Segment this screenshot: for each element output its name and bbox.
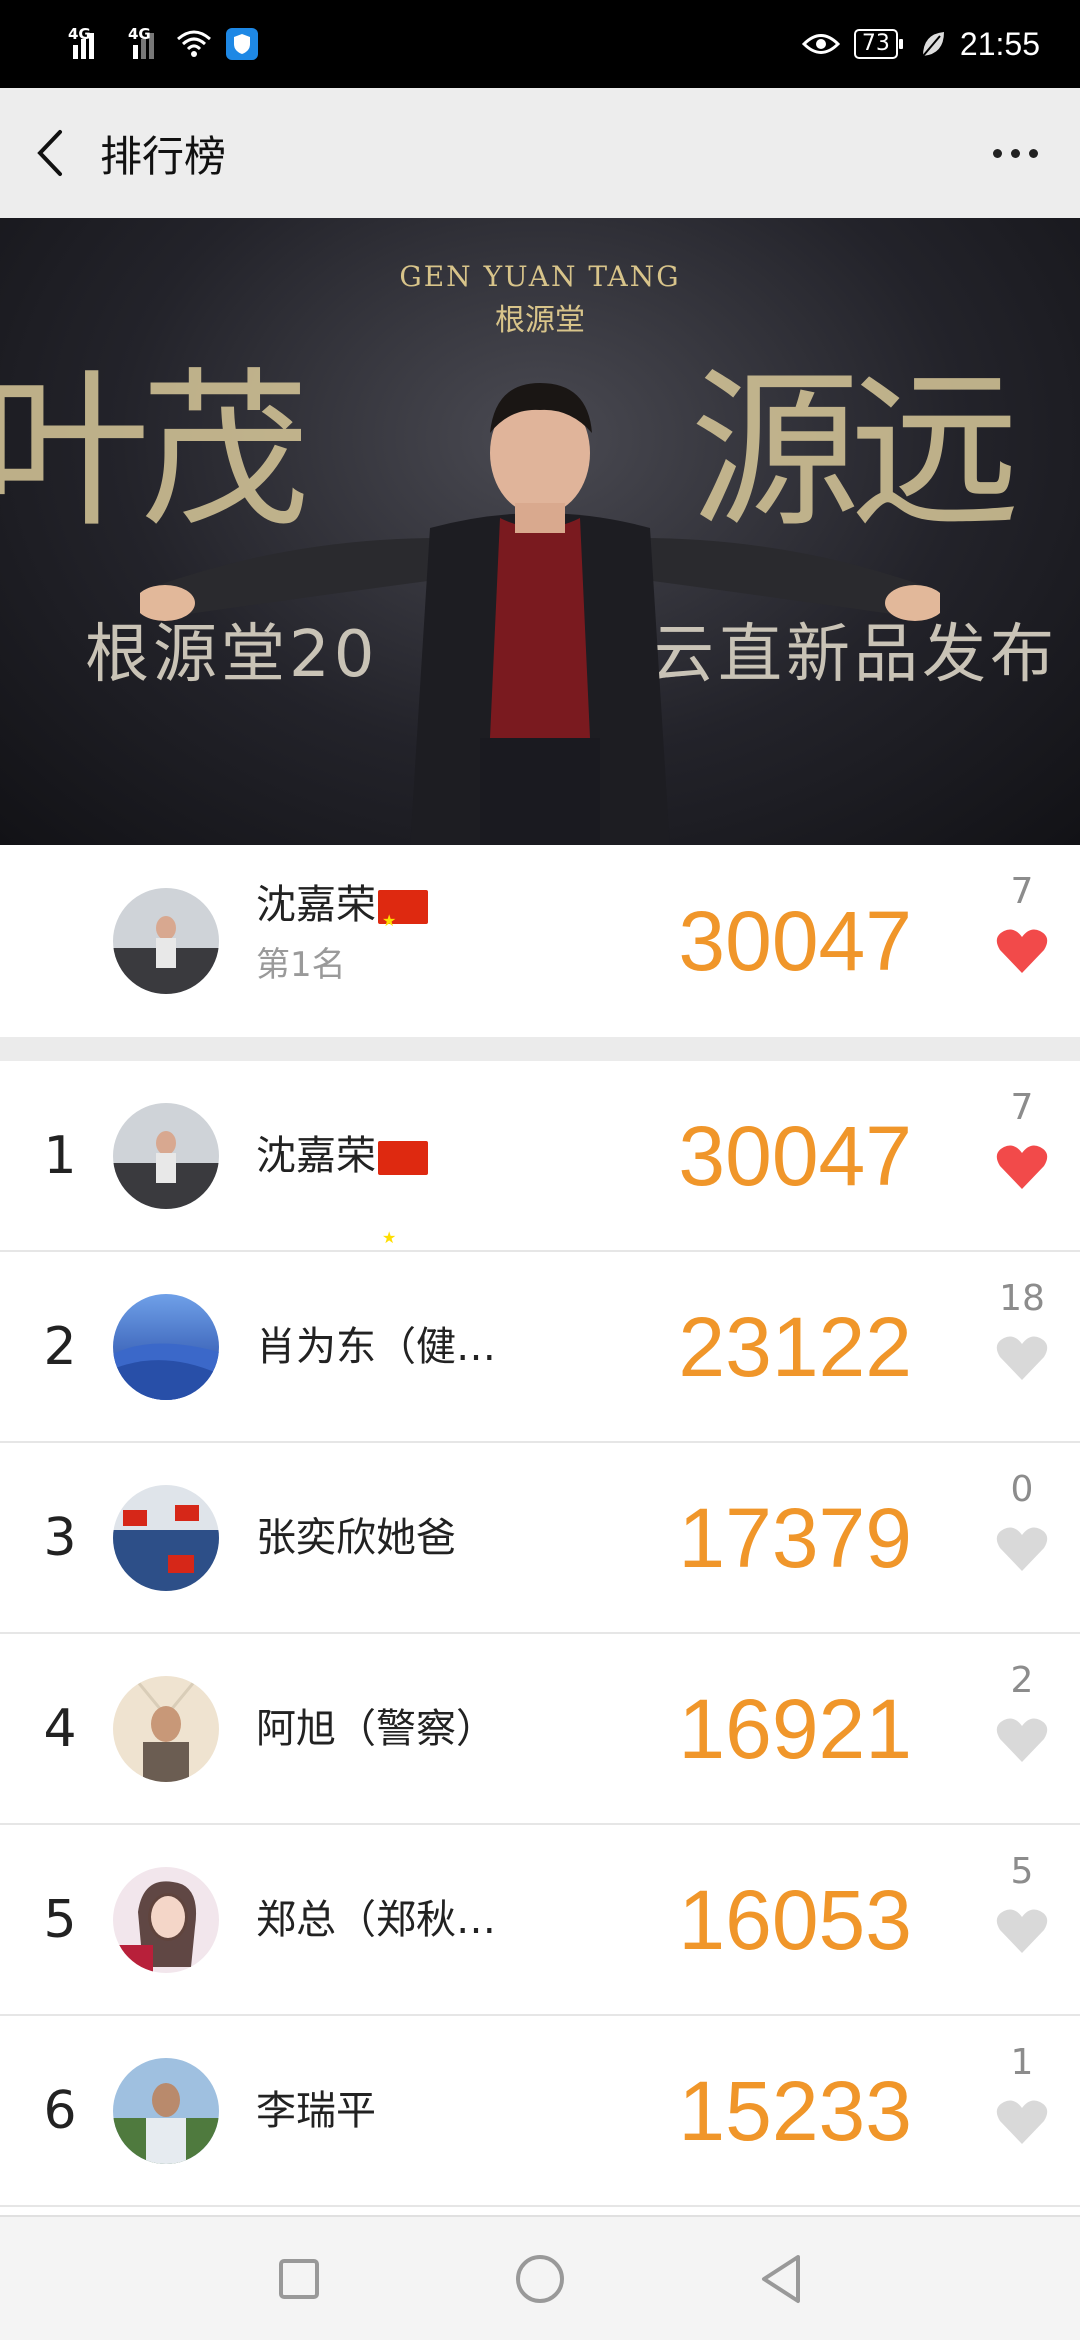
section-divider <box>0 1037 1080 1061</box>
ranking-row[interactable]: 2 肖为东（健… 23122 18 <box>0 1252 1080 1443</box>
like-group[interactable]: 0 <box>992 1467 1052 1573</box>
user-name-text: 沈嘉荣 <box>256 1133 376 1179</box>
like-count: 18 <box>999 1278 1045 1319</box>
like-count: 2 <box>1010 1660 1034 1701</box>
user-name-text: 肖为东（健… <box>256 1324 496 1370</box>
person-figure <box>140 383 940 845</box>
user-score: 15233 <box>678 2064 912 2158</box>
like-group[interactable]: 18 <box>992 1276 1052 1382</box>
user-name: 沈嘉荣 <box>256 1061 428 1333</box>
back-nav-button[interactable] <box>753 2251 809 2307</box>
user-score: 16921 <box>678 1682 912 1776</box>
status-bar: 4G 4G 73 21:55 <box>0 0 1080 88</box>
user-name-text: 沈嘉荣 <box>256 882 376 928</box>
leaf-icon <box>922 32 944 57</box>
user-score: 23122 <box>678 1300 912 1394</box>
like-group[interactable]: 2 <box>992 1658 1052 1764</box>
triangle-back-icon <box>762 2254 800 2303</box>
clock: 21:55 <box>959 25 1040 62</box>
chevron-left-icon <box>37 130 62 176</box>
china-flag-icon <box>378 1141 428 1333</box>
square-icon <box>279 2258 319 2299</box>
signal-icon-2: 4G <box>128 25 162 59</box>
heart-icon[interactable] <box>996 1525 1048 1573</box>
china-flag-icon <box>378 890 428 951</box>
user-score: 17379 <box>678 1491 912 1585</box>
signal-icon: 4G <box>68 25 102 59</box>
rank-number: 3 <box>43 1508 77 1568</box>
status-left: 4G 4G <box>68 25 258 60</box>
heart-icon[interactable] <box>996 927 1048 975</box>
user-rank-text: 第1名 <box>256 945 346 985</box>
ranking-row[interactable]: 5 郑总（郑秋… 16053 5 <box>0 1825 1080 2016</box>
user-score: 30047 <box>678 1109 912 1203</box>
like-group[interactable]: 7 <box>992 869 1052 975</box>
avatar[interactable] <box>113 888 219 994</box>
heart-icon[interactable] <box>996 1716 1048 1764</box>
heart-icon[interactable] <box>996 2098 1048 2146</box>
like-group[interactable]: 1 <box>992 2040 1052 2146</box>
rank-number: 6 <box>43 2081 77 2141</box>
heart-icon[interactable] <box>996 1907 1048 1955</box>
heart-icon[interactable] <box>996 1143 1048 1191</box>
rank-number: 4 <box>43 1699 77 1759</box>
user-score: 30047 <box>678 894 912 988</box>
battery-indicator: 73 <box>853 29 903 59</box>
rank-number: 2 <box>43 1317 77 1377</box>
ranking-row[interactable]: 1 沈嘉荣 30047 7 <box>0 1061 1080 1333</box>
user-name: 李瑞平 <box>256 2016 376 2207</box>
like-count: 7 <box>1010 1087 1034 1128</box>
avatar[interactable] <box>113 1103 219 1209</box>
like-count: 1 <box>1010 2042 1034 2083</box>
user-name: 沈嘉荣 <box>256 875 428 951</box>
avatar[interactable] <box>113 1294 219 1400</box>
like-count: 5 <box>1010 1851 1034 1892</box>
user-name-text: 张奕欣她爸 <box>256 1515 456 1561</box>
brand-en: GEN YUAN TANG <box>399 260 681 293</box>
recent-apps-button[interactable] <box>271 2251 327 2307</box>
user-name-text: 李瑞平 <box>256 2088 376 2134</box>
user-name-text: 阿旭（警察） <box>256 1706 496 1752</box>
rank-number: 5 <box>43 1890 77 1950</box>
eye-icon <box>801 34 840 54</box>
like-group[interactable]: 5 <box>992 1849 1052 1955</box>
ranking-list: 1 沈嘉荣 30047 7 2 肖为东（健… 23122 18 3 <box>0 1061 1080 2207</box>
ranking-row[interactable]: 3 张奕欣她爸 17379 0 <box>0 1443 1080 1634</box>
app-header: 排行榜 <box>0 88 1080 218</box>
user-name-text: 郑总（郑秋… <box>256 1897 496 1943</box>
user-name: 阿旭（警察） <box>256 1634 496 1825</box>
my-rank-card[interactable]: 沈嘉荣 第1名 30047 7 <box>0 845 1080 1037</box>
wifi-icon <box>177 30 211 57</box>
home-button[interactable] <box>512 2251 568 2307</box>
like-group[interactable]: 7 <box>992 1085 1052 1191</box>
back-button[interactable] <box>0 88 100 218</box>
ranking-row[interactable]: 6 李瑞平 15233 1 <box>0 2016 1080 2207</box>
more-dots-icon <box>992 148 1002 158</box>
user-score: 16053 <box>678 1873 912 1967</box>
like-count: 0 <box>1010 1469 1034 1510</box>
system-nav-bar <box>0 2215 1080 2340</box>
user-name: 肖为东（健… <box>256 1252 496 1443</box>
circle-icon <box>516 2254 564 2303</box>
avatar[interactable] <box>113 1867 219 1973</box>
banner-image: GEN YUAN TANG 根源堂 叶茂 源远 根源堂20 云直新品发布 <box>0 218 1080 845</box>
signal-label: 4G <box>68 25 91 43</box>
shield-icon <box>226 28 258 60</box>
user-name: 郑总（郑秋… <box>256 1825 496 2016</box>
user-name: 张奕欣她爸 <box>256 1443 456 1634</box>
avatar[interactable] <box>113 1485 219 1591</box>
like-count: 7 <box>1010 871 1034 912</box>
signal-label-2: 4G <box>128 25 151 43</box>
avatar[interactable] <box>113 1676 219 1782</box>
avatar[interactable] <box>113 2058 219 2164</box>
ranking-row[interactable]: 4 阿旭（警察） 16921 2 <box>0 1634 1080 1825</box>
heart-icon[interactable] <box>996 1334 1048 1382</box>
rank-number: 1 <box>43 1126 77 1186</box>
status-right: 73 21:55 <box>801 25 1040 63</box>
more-options-button[interactable] <box>980 128 1050 178</box>
page-title: 排行榜 <box>100 131 227 181</box>
